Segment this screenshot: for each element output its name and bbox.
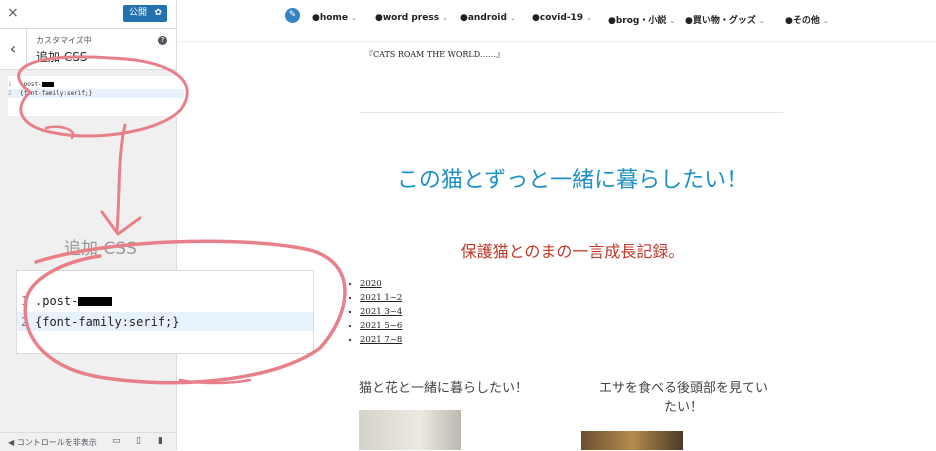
back-chevron-icon[interactable]: ‹ [0,29,27,69]
archive-link[interactable]: 2021 7~8 [360,335,402,345]
help-icon[interactable]: ? [158,36,167,45]
chevron-down-icon: ⌄ [509,14,516,22]
code-line-1: .post- [35,291,113,312]
nav-label: ●word press [375,13,440,23]
site-nav: ✎ ●home ⌄ ●word press ⌄ ●android ⌄ ●covid-1… [176,0,936,42]
list-item: 2020 [360,277,402,291]
post-title-1[interactable]: 猫と花と一緒に暮らしたい！ [359,379,569,398]
archive-link[interactable]: 2021 3~4 [360,307,402,317]
archive-link[interactable]: 2020 [360,279,382,289]
line-number-gutter: 1 2 [8,80,18,98]
nav-label: ●android [460,13,507,23]
nav-label: ●brog・小説 [608,16,667,26]
zoomed-css-editor: 1 2 .post- {font-family:serif;} [16,270,314,354]
site-subtitle: 保護猫とのまの一言成長記録。 [460,242,685,261]
nav-item-shopping[interactable]: ●買い物・グッズ ⌄ [685,13,765,26]
nav-item-other[interactable]: ●その他 ⌄ [785,13,829,26]
nav-item-home[interactable]: ●home ⌄ [312,13,357,23]
code-text: .post- [20,81,42,88]
chevron-down-icon: ⌄ [586,14,592,22]
nav-label: ●home [312,13,348,23]
chevron-down-icon: ⌄ [669,17,676,25]
nav-item-brog[interactable]: ●brog・小説 ⌄ [608,13,675,26]
nav-label: ●covid-19 [532,13,584,23]
site-title: この猫とずっと一緒に暮らしたい！ [396,168,749,193]
pencil-icon[interactable]: ✎ [285,8,300,23]
css-code-editor[interactable]: 1 2 .post- {font-family:serif;} [8,76,184,116]
archive-list: 2020 2021 1~2 2021 3~4 2021 5~6 2021 7~8 [346,277,402,347]
nav-item-wordpress[interactable]: ●word press ⌄ [375,13,448,23]
code-line-2: {font-family:serif;} [35,315,180,329]
post-title-2[interactable]: エサを食べる後頭部を見てい たい！ [581,379,786,417]
line-number-gutter: 1 2 [21,291,28,333]
customizer-sidebar: × 公開 ✿ ‹ カスタマイズ中 追加 CSS ? ◀ コントロールを非表示 ▭… [0,0,177,451]
code-line-1[interactable]: .post- [20,80,54,89]
chevron-down-icon: ⌄ [758,17,765,25]
nav-label: ●買い物・グッズ [685,16,756,26]
archive-link[interactable]: 2021 5~6 [360,321,402,331]
divider [360,112,783,113]
archive-link[interactable]: 2021 1~2 [360,293,402,303]
nav-label: ●その他 [785,16,820,26]
nav-item-covid[interactable]: ●covid-19 ⌄ [532,13,592,23]
line-number: 1 [21,294,29,308]
chevron-down-icon: ⌄ [350,14,357,22]
list-item: 2021 3~4 [360,305,402,319]
customizer-footer: ◀ コントロールを非表示 ▭ ▯ ▮ [0,432,176,451]
publish-label: 公開 [129,8,148,18]
close-icon[interactable]: × [7,5,19,21]
annotation-stroke [178,378,252,385]
collapse-icon: ◀ [8,438,15,447]
list-item: 2021 7~8 [360,333,402,347]
line-number: 1 [8,81,12,88]
list-item: 2021 1~2 [360,291,402,305]
publish-button[interactable]: 公開 ✿ [123,5,167,22]
customizer-top-bar: × 公開 ✿ [0,0,176,29]
chevron-down-icon: ⌄ [442,14,448,22]
chevron-down-icon: ⌄ [822,17,829,25]
post-title-line: たい！ [663,400,703,415]
gear-icon[interactable]: ✿ [154,5,162,22]
post-thumbnail[interactable] [359,410,461,450]
code-line-2[interactable]: {font-family:serif;} [20,89,92,98]
line-number: 2 [8,90,12,97]
code-text: .post- [35,294,79,308]
redaction-bar [78,297,113,306]
section-header: ‹ カスタマイズ中 追加 CSS ? [0,29,176,70]
nav-item-android[interactable]: ●android ⌄ [460,13,516,23]
redaction-bar [41,82,54,87]
post-title-line: エサを食べる後頭部を見てい [598,381,768,396]
tablet-preview-icon[interactable]: ▯ [136,436,141,446]
desktop-preview-icon[interactable]: ▭ [112,436,121,446]
zoom-section-title: 追加 CSS [64,239,137,259]
section-title: 追加 CSS [36,50,88,64]
post-thumbnail[interactable] [581,431,683,450]
mobile-preview-icon[interactable]: ▮ [158,436,163,446]
intro-text: 『CATS ROAM THE WORLD……』 [365,50,505,59]
section-label: カスタマイズ中 [36,36,92,45]
line-number: 2 [21,315,29,329]
list-item: 2021 5~6 [360,319,402,333]
hide-controls-button[interactable]: ◀ コントロールを非表示 [8,437,97,448]
hide-controls-label: コントロールを非表示 [16,438,97,447]
